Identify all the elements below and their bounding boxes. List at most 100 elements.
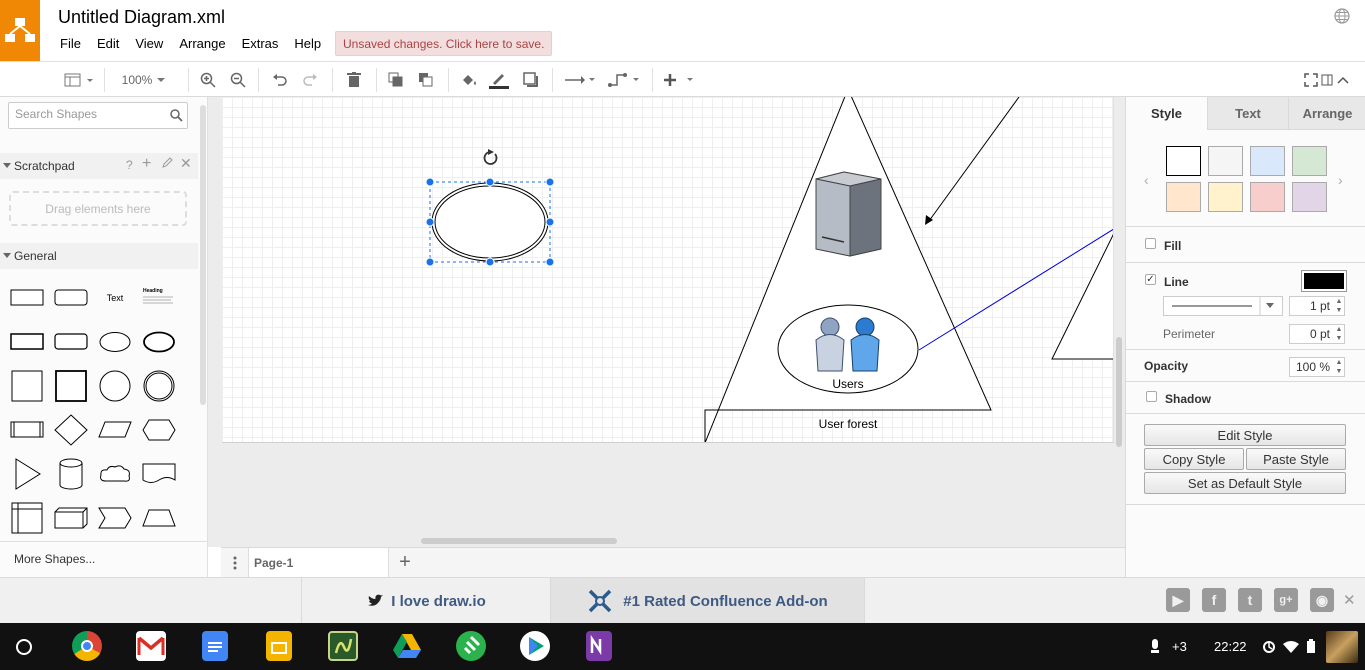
scratchpad-close-icon[interactable]: ✕ xyxy=(180,155,192,172)
twitter-social-icon[interactable]: t xyxy=(1238,588,1262,612)
page-tab[interactable]: Page-1 xyxy=(249,548,389,577)
scratchpad-header[interactable]: Scratchpad ? + ✕ xyxy=(0,153,198,179)
edit-style-button[interactable]: Edit Style xyxy=(1144,424,1346,446)
twitter-promo-link[interactable]: I love draw.io xyxy=(301,578,551,624)
google-drive-icon[interactable] xyxy=(392,631,422,661)
rounded-rectangle-shape[interactable] xyxy=(51,280,91,316)
format-panel-toggle-icon[interactable] xyxy=(60,68,96,92)
google-slides-icon[interactable] xyxy=(266,631,292,661)
style-swatch[interactable] xyxy=(1250,146,1285,176)
fill-color-icon[interactable] xyxy=(458,68,480,92)
rotate-handle-icon[interactable] xyxy=(483,149,498,165)
style-swatch[interactable] xyxy=(1208,146,1243,176)
launcher-icon[interactable] xyxy=(16,639,32,655)
delete-icon[interactable] xyxy=(344,68,364,92)
selected-ellipse[interactable] xyxy=(431,182,549,262)
style-swatch[interactable] xyxy=(1250,182,1285,212)
chrome-icon[interactable] xyxy=(72,631,102,661)
menu-help[interactable]: Help xyxy=(286,34,329,54)
feedly-icon[interactable] xyxy=(456,631,486,661)
fill-checkbox[interactable] xyxy=(1145,238,1156,249)
drawio-logo[interactable] xyxy=(0,0,40,61)
tab-text[interactable]: Text xyxy=(1207,97,1288,130)
search-shapes-input[interactable]: Search Shapes xyxy=(8,102,188,129)
line-color-picker[interactable] xyxy=(1301,270,1347,292)
step-shape[interactable] xyxy=(95,500,135,536)
connection-style-dropdown[interactable] xyxy=(562,68,598,92)
tab-arrange[interactable]: Arrange xyxy=(1288,97,1365,130)
more-shapes-button[interactable]: More Shapes... xyxy=(0,541,208,574)
battery-icon[interactable] xyxy=(1307,639,1315,656)
horizontal-scrollbar[interactable] xyxy=(421,538,617,544)
general-header[interactable]: General xyxy=(0,243,198,269)
google-docs-icon[interactable] xyxy=(202,631,228,661)
footer-close-icon[interactable]: ✕ xyxy=(1343,591,1356,609)
sync-icon[interactable] xyxy=(1262,640,1276,657)
google-plus-icon[interactable]: g+ xyxy=(1274,588,1298,612)
server-icon[interactable] xyxy=(815,171,882,257)
line-checkbox[interactable]: ✓ xyxy=(1145,274,1156,285)
parallelogram-shape[interactable] xyxy=(95,412,135,448)
menu-view[interactable]: View xyxy=(127,34,171,54)
diamond-shape[interactable] xyxy=(51,412,91,448)
square-shape[interactable] xyxy=(7,368,47,404)
confluence-promo-link[interactable]: #1 Rated Confluence Add-on xyxy=(550,578,865,624)
style-swatch[interactable] xyxy=(1166,146,1201,176)
menu-arrange[interactable]: Arrange xyxy=(171,34,233,54)
hexagon-shape[interactable] xyxy=(139,412,179,448)
trapezoid-shape[interactable] xyxy=(139,500,179,536)
unsaved-changes-button[interactable]: Unsaved changes. Click here to save. xyxy=(335,31,553,56)
connector-arrow[interactable] xyxy=(928,97,1020,222)
clock[interactable]: 22:22 xyxy=(1214,639,1247,654)
github-icon[interactable]: ◉ xyxy=(1310,588,1334,612)
line-pattern-select[interactable] xyxy=(1163,296,1283,316)
notification-icon[interactable] xyxy=(1150,639,1160,656)
rounded-rectangle-bold-shape[interactable] xyxy=(51,324,91,360)
swatch-prev-icon[interactable]: ‹ xyxy=(1144,172,1149,188)
redo-icon[interactable] xyxy=(300,68,320,92)
internal-storage-shape[interactable] xyxy=(7,500,47,536)
line-width-input[interactable]: 1 pt ▲ ▼ xyxy=(1289,296,1345,316)
zoom-dropdown[interactable]: 100% xyxy=(112,68,176,92)
menu-extras[interactable]: Extras xyxy=(234,34,287,54)
ellipse-shape[interactable] xyxy=(95,324,135,360)
spinner-arrows-icon[interactable]: ▲ ▼ xyxy=(1334,297,1344,315)
scratchpad-drop-zone[interactable]: Drag elements here xyxy=(9,191,187,226)
waypoints-dropdown[interactable] xyxy=(606,68,642,92)
text-shape[interactable]: Text xyxy=(95,280,135,316)
gmail-icon[interactable] xyxy=(136,631,166,661)
heading-shape[interactable]: Heading xyxy=(139,280,179,316)
shadow-checkbox[interactable] xyxy=(1146,391,1157,402)
tab-style[interactable]: Style xyxy=(1126,97,1207,130)
menu-edit[interactable]: Edit xyxy=(89,34,127,54)
vertical-scrollbar[interactable] xyxy=(1116,337,1122,447)
triangle-shape[interactable] xyxy=(7,456,47,492)
search-icon[interactable] xyxy=(170,109,183,125)
copy-style-button[interactable]: Copy Style xyxy=(1144,448,1244,470)
double-ellipse-shape[interactable] xyxy=(139,324,179,360)
notification-count[interactable]: +3 xyxy=(1172,639,1187,654)
process-shape[interactable] xyxy=(7,412,47,448)
style-swatch[interactable] xyxy=(1208,182,1243,212)
sheets-style-app-icon[interactable] xyxy=(328,631,358,661)
cylinder-shape[interactable] xyxy=(51,456,91,492)
cloud-shape[interactable] xyxy=(95,456,135,492)
spinner-arrows-icon[interactable]: ▲ ▼ xyxy=(1334,325,1344,343)
fullscreen-icon[interactable] xyxy=(1302,68,1320,92)
circle-shape[interactable] xyxy=(95,368,135,404)
wifi-icon[interactable] xyxy=(1283,641,1299,656)
diagram-page[interactable]: Users User forest xyxy=(222,97,1114,443)
facebook-icon[interactable]: f xyxy=(1202,588,1226,612)
shadow-icon[interactable] xyxy=(520,68,542,92)
undo-icon[interactable] xyxy=(270,68,290,92)
collapse-icon[interactable] xyxy=(1336,68,1350,92)
scratchpad-help-icon[interactable]: ? xyxy=(126,158,133,172)
youtube-icon[interactable]: ▶ xyxy=(1166,588,1190,612)
zoom-in-icon[interactable] xyxy=(198,68,218,92)
opacity-input[interactable]: 100 % ▲ ▼ xyxy=(1289,357,1345,377)
style-swatch[interactable] xyxy=(1166,182,1201,212)
onenote-icon[interactable] xyxy=(586,631,612,661)
user-avatar[interactable] xyxy=(1326,631,1358,663)
square-bold-shape[interactable] xyxy=(51,368,91,404)
document-shape[interactable] xyxy=(139,456,179,492)
